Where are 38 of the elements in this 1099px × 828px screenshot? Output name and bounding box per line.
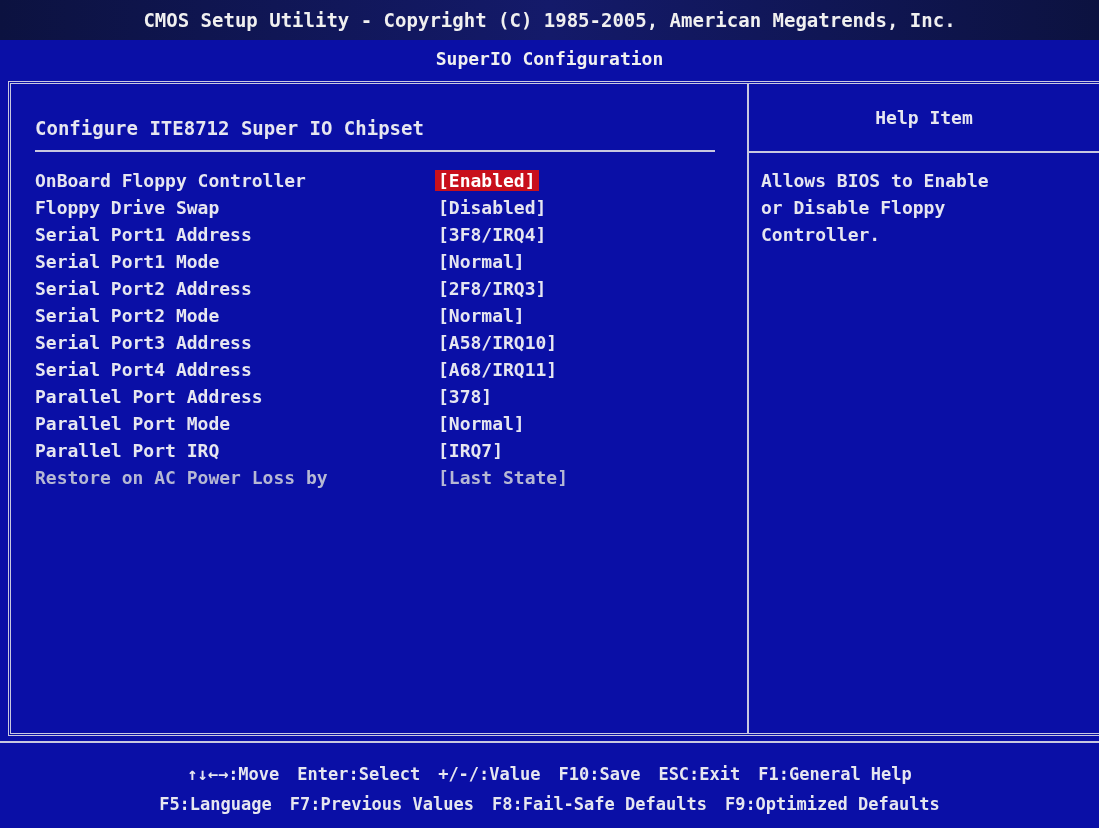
setting-value[interactable]: [378] bbox=[435, 386, 496, 407]
setting-label: Serial Port4 Address bbox=[35, 359, 253, 380]
setting-value[interactable]: [IRQ7] bbox=[435, 440, 507, 461]
setting-value[interactable]: [Normal] bbox=[435, 413, 528, 434]
key-hint: F8:Fail-Safe Defaults bbox=[491, 794, 707, 814]
setting-value[interactable]: [Enabled] bbox=[435, 170, 539, 191]
setting-label: Serial Port3 Address bbox=[35, 332, 253, 353]
setting-value[interactable]: [Normal] bbox=[435, 251, 528, 272]
help-text: Allows BIOS to Enable or Disable Floppy Controller. bbox=[761, 170, 989, 245]
key-hint: ESC:Exit bbox=[658, 764, 741, 784]
setting-value[interactable]: [A68/IRQ11] bbox=[435, 359, 561, 380]
setting-value[interactable]: [2F8/IRQ3] bbox=[435, 278, 550, 299]
setting-label: Serial Port1 Mode bbox=[35, 251, 221, 272]
setting-label: Parallel Port IRQ bbox=[35, 440, 221, 461]
window-title: CMOS Setup Utility - Copyright (C) 1985-2005, American Megatrends, Inc. bbox=[143, 9, 956, 31]
setting-label: Serial Port2 Mode bbox=[35, 305, 221, 326]
setting-value[interactable]: [3F8/IRQ4] bbox=[435, 224, 550, 245]
setting-value[interactable]: [A58/IRQ10] bbox=[435, 332, 561, 353]
key-hint: F7:Previous Values bbox=[289, 794, 474, 814]
key-hint: Enter:Select bbox=[297, 764, 421, 784]
setting-label: Parallel Port Address bbox=[35, 386, 264, 407]
key-hint: +/-/:Value bbox=[438, 764, 541, 784]
help-title: Help Item bbox=[875, 107, 973, 128]
setting-value[interactable]: [Disabled] bbox=[435, 197, 550, 218]
setting-label: Restore on AC Power Loss by bbox=[35, 467, 329, 488]
key-hint: ↑↓←→:Move bbox=[187, 764, 280, 784]
setting-label: Serial Port1 Address bbox=[35, 224, 253, 245]
setting-label: Floppy Drive Swap bbox=[35, 197, 221, 218]
key-hint: F10:Save bbox=[558, 764, 641, 784]
setting-value[interactable]: [Normal] bbox=[435, 305, 528, 326]
setting-label: Parallel Port Mode bbox=[35, 413, 232, 434]
section-heading: Configure ITE8712 Super IO Chipset bbox=[35, 116, 425, 141]
key-hint: F5:Language bbox=[159, 794, 272, 814]
key-hint: F1:General Help bbox=[758, 764, 912, 784]
key-hint: F9:Optimized Defaults bbox=[724, 794, 940, 814]
setting-label: Serial Port2 Address bbox=[35, 278, 253, 299]
page-title: SuperIO Configuration bbox=[435, 47, 664, 69]
setting-label: OnBoard Floppy Controller bbox=[35, 170, 307, 191]
